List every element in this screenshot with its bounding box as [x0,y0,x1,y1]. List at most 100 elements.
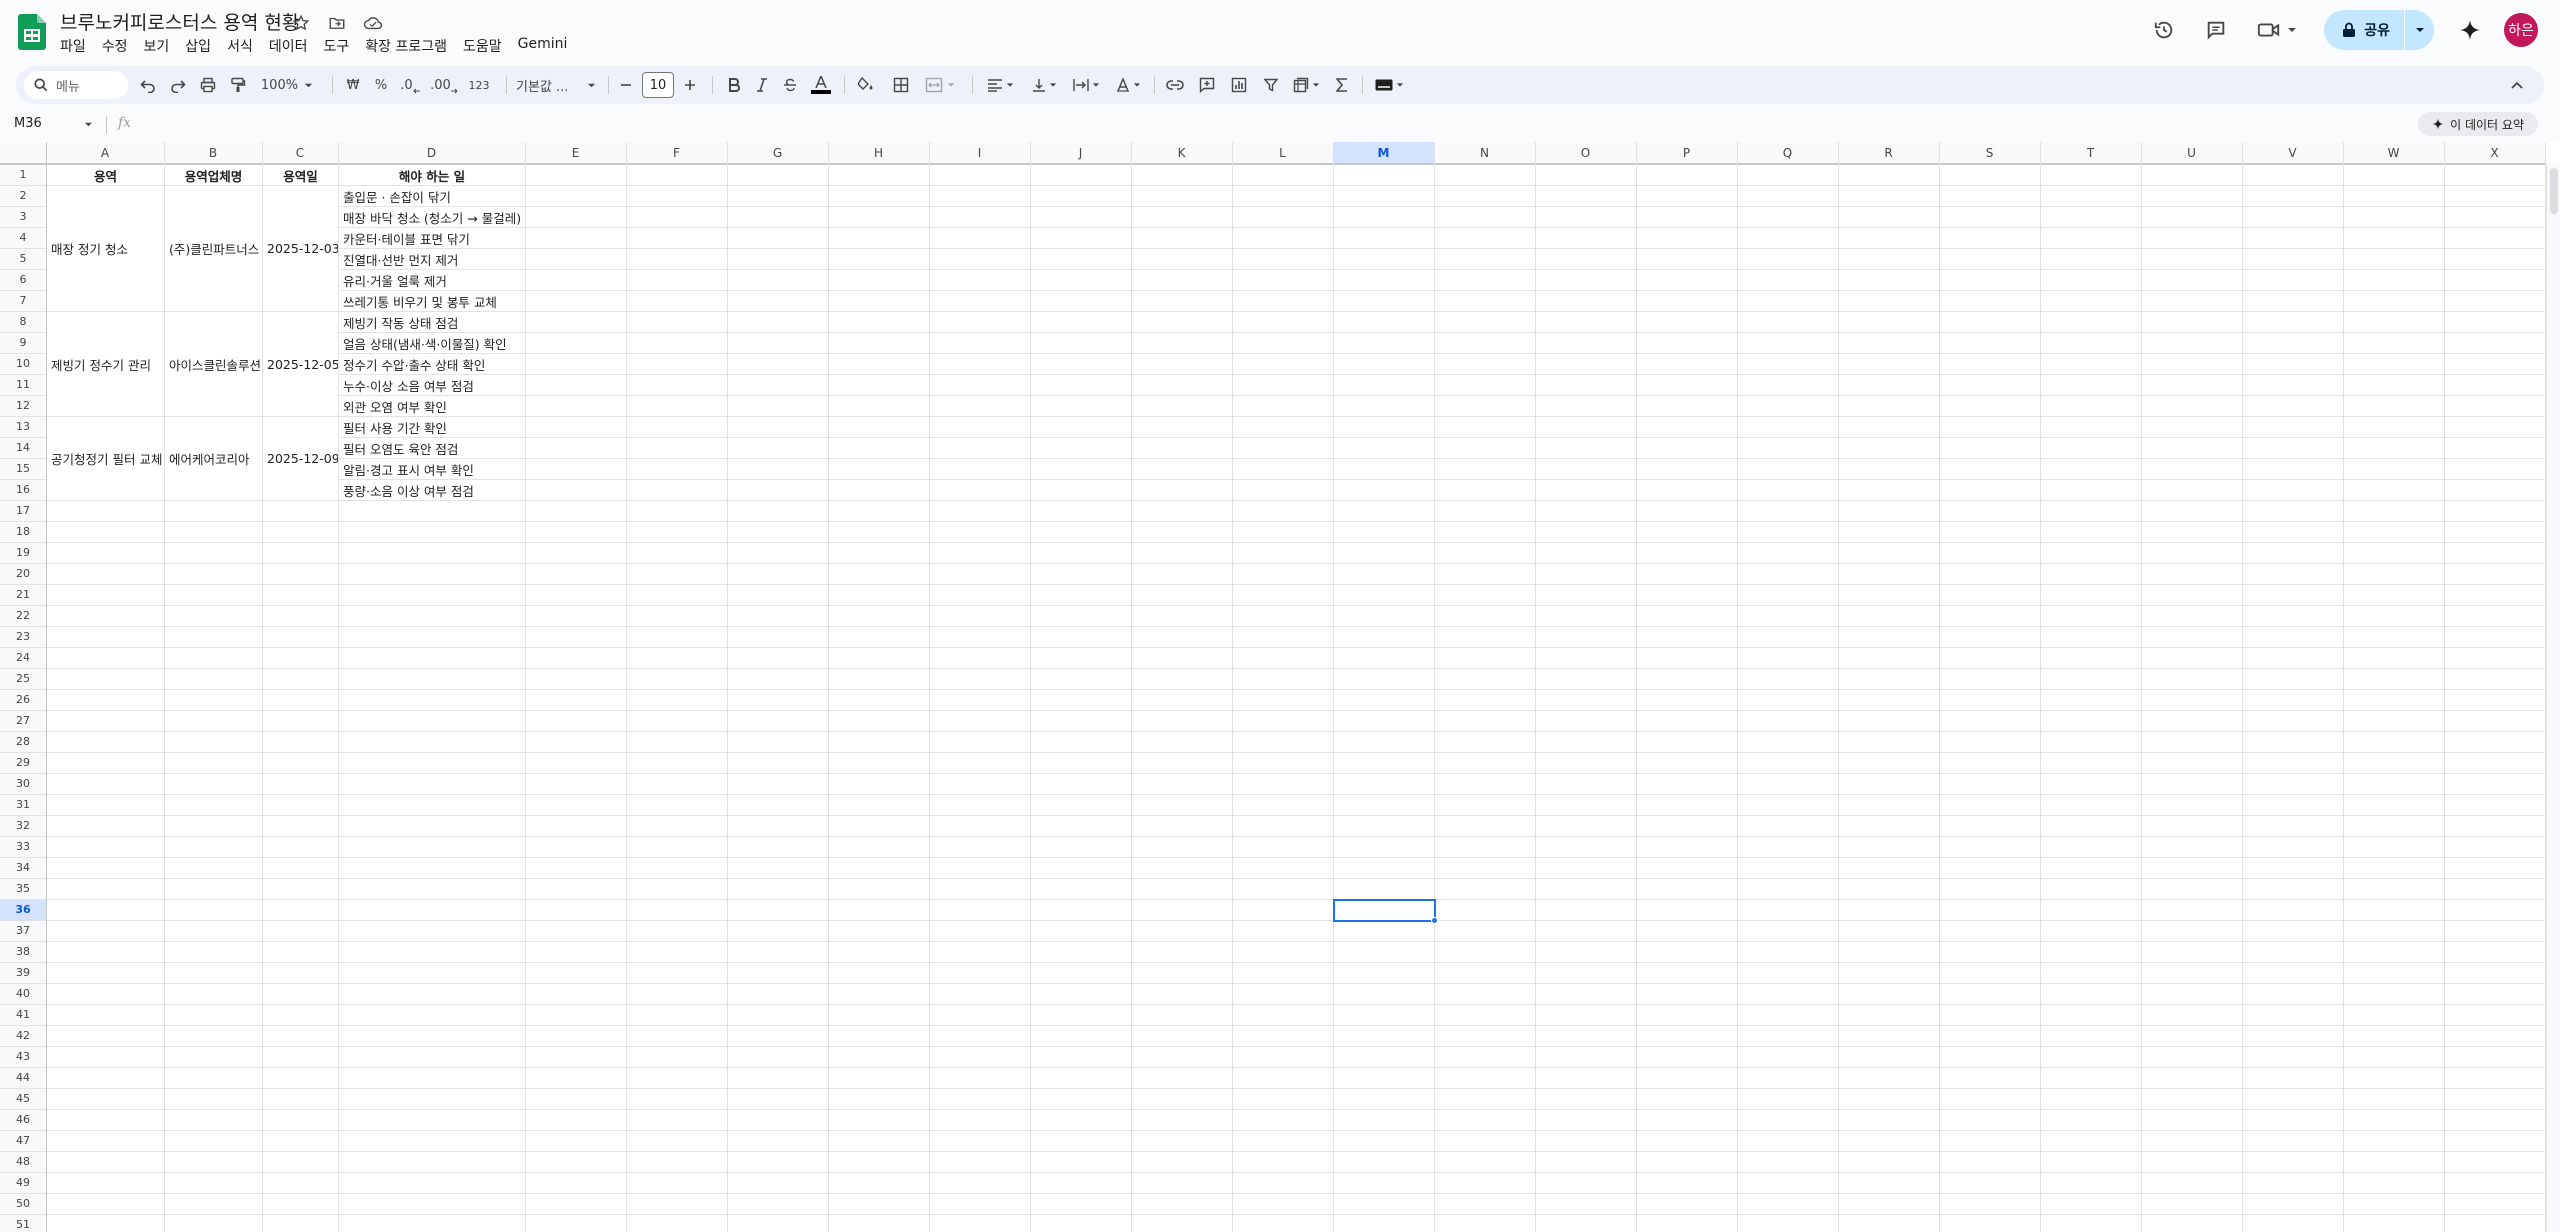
menu-search[interactable]: 메뉴 [24,71,128,99]
column-header-g[interactable]: G [727,142,828,164]
row-header[interactable]: 31 [0,794,46,815]
column-header-f[interactable]: F [626,142,727,164]
number-format-button[interactable]: 123 [464,73,494,97]
functions-button[interactable] [1330,73,1354,97]
row-header[interactable]: 14 [0,437,46,458]
task-cell[interactable]: 필터 사용 기간 확인 [339,417,525,437]
header-cell[interactable]: 용역 [47,165,164,185]
move-folder-icon[interactable] [326,12,348,34]
cloud-status-icon[interactable] [362,12,384,34]
row-header[interactable]: 22 [0,605,46,626]
row-header[interactable]: 12 [0,395,46,416]
bold-button[interactable] [722,73,746,97]
comments-icon[interactable] [2196,10,2236,50]
percent-format-button[interactable]: % [370,73,392,97]
create-filter-button[interactable] [1258,73,1284,97]
column-header-j[interactable]: J [1030,142,1131,164]
row-header[interactable]: 19 [0,542,46,563]
avatar[interactable]: 하은 [2504,13,2538,47]
row-header[interactable]: 6 [0,269,46,290]
row-header[interactable]: 36 [0,899,46,920]
row-header[interactable]: 38 [0,941,46,962]
merge-cells-button[interactable] [920,73,960,97]
row-header[interactable]: 44 [0,1067,46,1088]
scrollbar-thumb[interactable] [2550,168,2558,214]
font-size-input[interactable]: 10 [642,72,674,98]
column-header-a[interactable]: A [46,142,164,164]
row-header[interactable]: 3 [0,206,46,227]
increase-decimal-button[interactable]: .00 [428,73,460,97]
decrease-decimal-button[interactable]: .0 [396,73,424,97]
row-header[interactable]: 42 [0,1025,46,1046]
column-header-s[interactable]: S [1939,142,2040,164]
task-cell[interactable]: 유리·거울 얼룩 제거 [339,270,525,290]
row-header[interactable]: 21 [0,584,46,605]
row-header[interactable]: 24 [0,647,46,668]
task-cell[interactable]: 쓰레기통 비우기 및 봉투 교체 [339,291,525,311]
task-cell[interactable]: 카운터·테이블 표면 닦기 [339,228,525,248]
text-wrapping-button[interactable] [1068,73,1104,97]
row-header[interactable]: 30 [0,773,46,794]
row-header[interactable]: 9 [0,332,46,353]
text-rotation-button[interactable] [1110,73,1146,97]
insert-chart-button[interactable] [1226,73,1252,97]
menu-help[interactable]: 도움말 [455,35,510,57]
column-header-q[interactable]: Q [1737,142,1838,164]
row-header[interactable]: 28 [0,731,46,752]
row-header[interactable]: 40 [0,983,46,1004]
menu-edit[interactable]: 수정 [94,35,136,57]
task-cell[interactable]: 제빙기 작동 상태 점검 [339,312,525,332]
summarize-data-button[interactable]: 이 데이터 요약 [2418,112,2538,136]
column-header-m[interactable]: M [1333,142,1434,164]
name-box[interactable]: M36 [14,116,42,131]
paint-format-icon[interactable] [226,73,250,97]
menu-gemini[interactable]: Gemini [510,35,576,57]
header-cell[interactable]: 해야 하는 일 [339,165,525,185]
row-header[interactable]: 50 [0,1193,46,1214]
row-header[interactable]: 13 [0,416,46,437]
task-cell[interactable]: 외관 오염 여부 확인 [339,396,525,416]
row-header[interactable]: 23 [0,626,46,647]
column-header-k[interactable]: K [1131,142,1232,164]
row-header[interactable]: 48 [0,1151,46,1172]
italic-button[interactable] [750,73,774,97]
fill-color-button[interactable] [854,73,880,97]
task-cell[interactable]: 얼음 상태(냄새·색·이물질) 확인 [339,333,525,353]
menu-extensions[interactable]: 확장 프로그램 [357,35,455,57]
task-cell[interactable]: 출입문 · 손잡이 닦기 [339,186,525,206]
row-header[interactable]: 35 [0,878,46,899]
service-cell[interactable]: 매장 정기 청소 [47,186,164,311]
menu-data[interactable]: 데이터 [261,35,316,57]
column-header-e[interactable]: E [525,142,626,164]
column-header-i[interactable]: I [929,142,1030,164]
row-header[interactable]: 32 [0,815,46,836]
row-header[interactable]: 18 [0,521,46,542]
column-header-n[interactable]: N [1434,142,1535,164]
collapse-toolbar-button[interactable] [2504,73,2530,97]
redo-icon[interactable] [166,73,190,97]
fill-handle[interactable] [1431,917,1438,924]
vendor-cell[interactable]: 아이스클린솔루션 [165,312,262,416]
row-header[interactable]: 4 [0,227,46,248]
row-header[interactable]: 1 [0,164,46,185]
task-cell[interactable]: 진열대·선반 먼지 제거 [339,249,525,269]
task-cell[interactable]: 정수기 수압·출수 상태 확인 [339,354,525,374]
row-header[interactable]: 37 [0,920,46,941]
vendor-cell[interactable]: 에어케어코리아 [165,417,262,500]
row-header[interactable]: 17 [0,500,46,521]
header-cell[interactable]: 용역업체명 [165,165,262,185]
insert-comment-button[interactable] [1194,73,1220,97]
column-header-v[interactable]: V [2242,142,2343,164]
insert-link-button[interactable] [1162,73,1188,97]
menu-file[interactable]: 파일 [52,35,94,57]
row-header[interactable]: 26 [0,689,46,710]
document-title[interactable]: 브루노커피로스터스 용역 현황 [60,8,299,35]
menu-format[interactable]: 서식 [219,35,261,57]
service-cell[interactable]: 공기청정기 필터 교체 [47,417,164,500]
star-icon[interactable] [290,12,312,34]
font-size-decrease-button[interactable] [616,73,636,97]
vendor-cell[interactable]: (주)클린파트너스 [165,186,262,311]
date-cell[interactable]: 2025-12-09 [263,417,338,500]
chevron-down-icon[interactable] [84,120,93,129]
share-dropdown[interactable] [2404,10,2434,50]
